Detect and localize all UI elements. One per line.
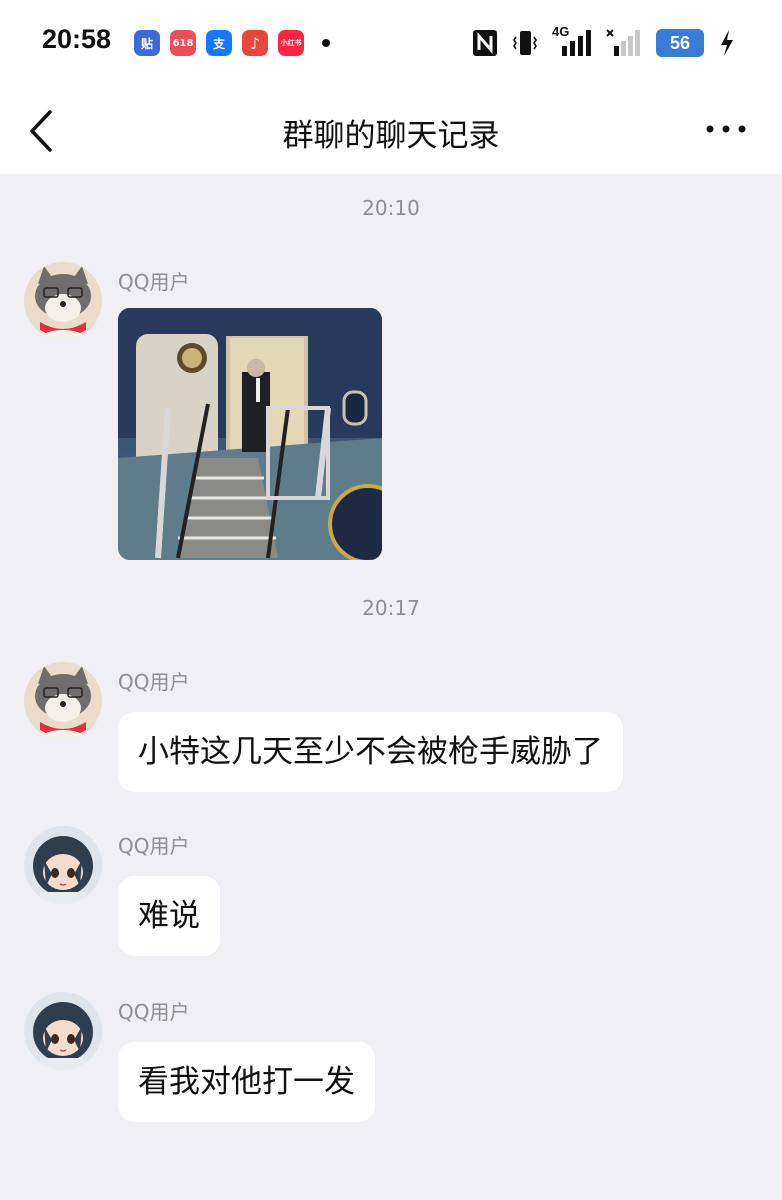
sender-name: QQ用户: [118, 270, 190, 294]
girl-avatar[interactable]: [24, 992, 102, 1070]
status-time: 20:58: [42, 24, 112, 54]
chat-timestamp: 20:10: [362, 196, 420, 220]
system-status-icons: 4G 56: [472, 24, 736, 58]
more-options-icon[interactable]: [704, 114, 748, 144]
xiaohongshu-icon: 小红书: [278, 30, 304, 56]
alipay-icon: 支: [206, 30, 232, 56]
wolf-avatar[interactable]: [24, 662, 102, 740]
sender-name: QQ用户: [118, 1000, 190, 1024]
shared-photo[interactable]: [118, 308, 382, 560]
airplane-stairs-photo: [118, 308, 382, 560]
signal-4g-icon: 4G: [552, 24, 592, 58]
message-bubble[interactable]: 看我对他打一发: [118, 1042, 375, 1122]
taobao-618-icon: 618: [170, 30, 196, 56]
chat-history[interactable]: 20:10 QQ用户 20:17 QQ用户 小特这几天至少不会被枪手威胁了 QQ…: [0, 174, 782, 1200]
music-icon: ♪: [242, 30, 268, 56]
navigation-header: 群聊的聊天记录: [0, 88, 782, 174]
tieba-icon: 贴: [134, 30, 160, 56]
sender-name: QQ用户: [118, 670, 190, 694]
status-bar: 20:58 贴 618 支 ♪ 小红书 4G 56: [0, 0, 782, 88]
vibrate-icon: [513, 31, 537, 55]
battery-level: 56: [656, 29, 704, 57]
wolf-avatar[interactable]: [24, 262, 102, 340]
charging-bolt-icon: [721, 30, 733, 56]
notification-app-icons: 贴 618 支 ♪ 小红书: [134, 30, 330, 56]
nfc-icon: [473, 30, 497, 56]
girl-avatar[interactable]: [24, 826, 102, 904]
message-bubble[interactable]: 小特这几天至少不会被枪手威胁了: [118, 712, 623, 792]
signal-weak-icon: [606, 29, 640, 56]
page-title: 群聊的聊天记录: [282, 118, 500, 154]
more-notifications-dot-icon: [322, 39, 330, 47]
sender-name: QQ用户: [118, 834, 190, 858]
message-bubble[interactable]: 难说: [118, 876, 220, 956]
chat-timestamp: 20:17: [362, 596, 420, 620]
